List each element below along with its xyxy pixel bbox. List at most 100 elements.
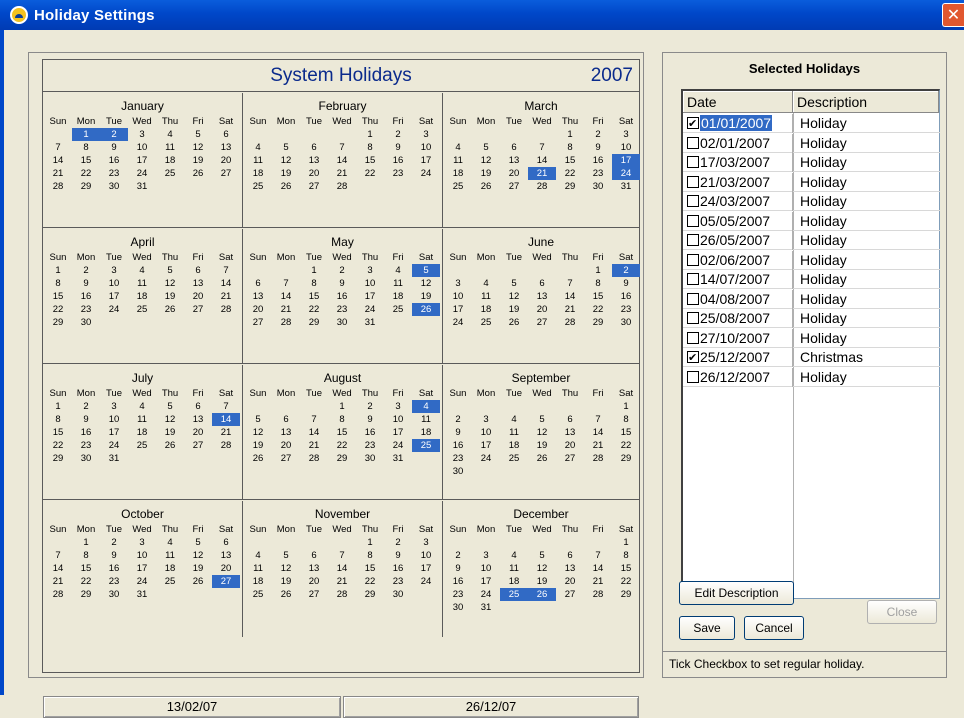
day-cell[interactable]: 6	[212, 536, 240, 549]
day-cell[interactable]: 28	[328, 180, 356, 193]
day-cell[interactable]: 1	[72, 536, 100, 549]
day-cell[interactable]: 8	[556, 141, 584, 154]
day-cell[interactable]: 18	[444, 167, 472, 180]
day-cell[interactable]: 27	[212, 167, 240, 180]
day-cell[interactable]: 10	[412, 141, 440, 154]
end-date-button[interactable]: 26/12/07	[343, 696, 639, 718]
day-cell[interactable]: 22	[72, 167, 100, 180]
day-cell[interactable]: 23	[100, 575, 128, 588]
day-cell[interactable]: 1	[44, 400, 72, 413]
day-cell[interactable]: 5	[272, 141, 300, 154]
day-cell[interactable]: 13	[244, 290, 272, 303]
day-cell[interactable]: 12	[184, 549, 212, 562]
day-cell[interactable]: 18	[156, 562, 184, 575]
day-cell[interactable]: 2	[584, 128, 612, 141]
list-item[interactable]: 27/10/2007 Holiday	[683, 328, 940, 348]
holiday-checkbox[interactable]	[687, 273, 699, 285]
day-cell[interactable]: 3	[612, 128, 640, 141]
day-cell[interactable]: 23	[328, 303, 356, 316]
day-cell[interactable]: 4	[128, 400, 156, 413]
day-cell[interactable]: 16	[72, 426, 100, 439]
day-cell[interactable]: 14	[528, 154, 556, 167]
day-cell[interactable]: 14	[556, 290, 584, 303]
day-cell[interactable]: 29	[44, 452, 72, 465]
holiday-checkbox[interactable]	[687, 175, 699, 188]
day-cell[interactable]: 16	[100, 562, 128, 575]
day-cell[interactable]: 11	[412, 413, 440, 426]
day-cell[interactable]: 23	[72, 439, 100, 452]
day-cell[interactable]: 2	[100, 128, 128, 141]
day-cell[interactable]: 10	[384, 413, 412, 426]
day-cell[interactable]: 20	[300, 167, 328, 180]
day-cell[interactable]: 16	[72, 290, 100, 303]
day-cell[interactable]: 18	[244, 575, 272, 588]
day-cell[interactable]: 19	[272, 167, 300, 180]
day-cell[interactable]: 18	[500, 439, 528, 452]
day-cell[interactable]: 3	[384, 400, 412, 413]
list-item[interactable]: 25/08/2007 Holiday	[683, 309, 940, 328]
day-cell[interactable]: 13	[528, 290, 556, 303]
day-cell[interactable]: 17	[444, 303, 472, 316]
day-cell[interactable]: 26	[244, 452, 272, 465]
day-cell[interactable]: 30	[100, 588, 128, 601]
day-cell[interactable]: 25	[128, 303, 156, 316]
day-cell[interactable]: 8	[300, 277, 328, 290]
holiday-checkbox[interactable]	[687, 331, 699, 344]
day-cell[interactable]: 9	[444, 426, 472, 439]
day-cell[interactable]: 30	[356, 452, 384, 465]
day-cell[interactable]: 4	[472, 277, 500, 290]
day-cell[interactable]: 14	[328, 154, 356, 167]
day-cell[interactable]: 1	[356, 536, 384, 549]
day-cell[interactable]: 10	[100, 413, 128, 426]
holiday-checkbox[interactable]	[687, 234, 699, 246]
day-cell[interactable]: 10	[412, 549, 440, 562]
day-cell[interactable]: 24	[100, 439, 128, 452]
day-cell[interactable]: 11	[472, 290, 500, 303]
day-cell[interactable]: 29	[44, 316, 72, 329]
day-cell[interactable]: 15	[584, 290, 612, 303]
day-cell[interactable]: 1	[328, 400, 356, 413]
day-cell[interactable]: 28	[212, 439, 240, 452]
day-cell[interactable]: 8	[584, 277, 612, 290]
day-cell[interactable]: 7	[556, 277, 584, 290]
day-cell[interactable]: 1	[556, 128, 584, 141]
day-cell[interactable]: 12	[528, 562, 556, 575]
day-cell[interactable]: 26	[272, 588, 300, 601]
holiday-checkbox[interactable]	[687, 136, 699, 149]
day-cell[interactable]: 16	[100, 154, 128, 167]
day-cell[interactable]: 5	[272, 549, 300, 562]
day-cell[interactable]: 8	[328, 413, 356, 426]
day-cell[interactable]: 17	[612, 154, 640, 167]
day-cell[interactable]: 6	[528, 277, 556, 290]
day-cell[interactable]: 18	[384, 290, 412, 303]
day-cell[interactable]: 11	[128, 413, 156, 426]
day-cell[interactable]: 14	[44, 154, 72, 167]
day-cell[interactable]: 26	[472, 180, 500, 193]
day-cell[interactable]: 26	[184, 167, 212, 180]
day-cell[interactable]: 7	[272, 277, 300, 290]
day-cell[interactable]: 31	[128, 180, 156, 193]
day-cell[interactable]: 17	[356, 290, 384, 303]
day-cell[interactable]: 24	[128, 167, 156, 180]
day-cell[interactable]: 29	[328, 452, 356, 465]
holiday-checkbox[interactable]	[687, 370, 699, 383]
day-cell[interactable]: 22	[584, 303, 612, 316]
day-cell[interactable]: 11	[244, 562, 272, 575]
day-cell[interactable]: 11	[500, 562, 528, 575]
day-cell[interactable]: 2	[384, 128, 412, 141]
day-cell[interactable]: 28	[44, 588, 72, 601]
day-cell[interactable]: 19	[244, 439, 272, 452]
day-cell[interactable]: 4	[128, 264, 156, 277]
day-cell[interactable]: 18	[156, 154, 184, 167]
day-cell[interactable]: 7	[300, 413, 328, 426]
day-cell[interactable]: 20	[556, 575, 584, 588]
day-cell[interactable]: 8	[612, 413, 640, 426]
day-cell[interactable]: 10	[472, 562, 500, 575]
day-cell[interactable]: 14	[212, 413, 240, 426]
day-cell[interactable]: 5	[528, 413, 556, 426]
day-cell[interactable]: 13	[300, 154, 328, 167]
day-cell[interactable]: 4	[500, 413, 528, 426]
day-cell[interactable]: 30	[384, 588, 412, 601]
day-cell[interactable]: 4	[444, 141, 472, 154]
day-cell[interactable]: 28	[328, 588, 356, 601]
